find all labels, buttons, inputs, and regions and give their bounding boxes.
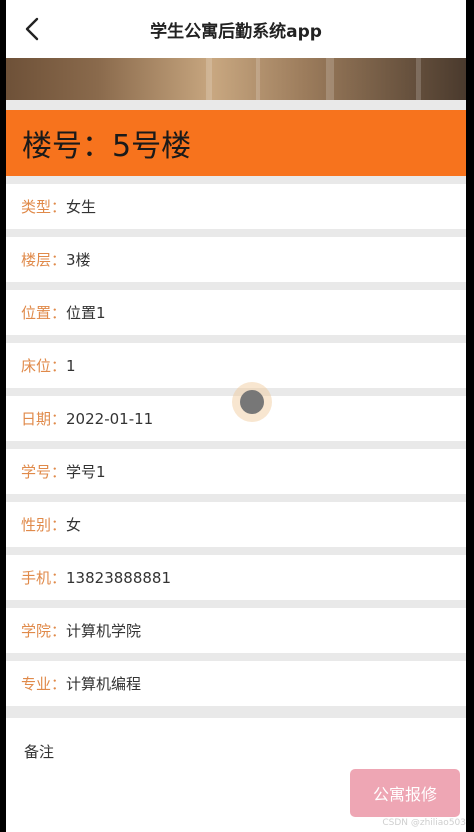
field-label: 手机： (21, 569, 67, 587)
field-row-floor: 楼层： 3楼 (6, 237, 466, 282)
page-title: 学生公寓后勤系统app (150, 21, 322, 42)
field-value: 计算机编程 (66, 675, 142, 693)
field-value: 3楼 (66, 251, 91, 269)
field-label: 楼层： (21, 251, 67, 269)
field-row-type: 类型： 女生 (6, 184, 466, 229)
field-row-major: 专业： 计算机编程 (6, 661, 466, 706)
field-row-student-id: 学号： 学号1 (6, 449, 466, 494)
field-row-location: 位置： 位置1 (6, 290, 466, 335)
field-value: 1 (66, 356, 76, 375)
header-banner-image (6, 58, 466, 100)
back-button[interactable] (18, 14, 46, 44)
detail-list: 类型： 女生 楼层： 3楼 位置： 位置1 床位： 1 日期： 2022-01-… (6, 184, 466, 714)
field-value: 学号1 (66, 463, 106, 481)
field-label: 床位： (21, 357, 67, 375)
field-row-phone: 手机： 13823888881 (6, 555, 466, 600)
field-label: 性别： (21, 516, 67, 534)
note-label: 备注 (24, 743, 55, 761)
field-value: 2022-01-11 (66, 409, 154, 428)
field-value: 位置1 (66, 304, 106, 322)
field-row-gender: 性别： 女 (6, 502, 466, 547)
field-label: 学院： (21, 622, 67, 640)
field-label: 类型： (21, 198, 67, 216)
field-value: 计算机学院 (66, 622, 142, 640)
field-value: 女 (66, 516, 82, 534)
chevron-left-icon (25, 17, 39, 41)
field-label: 位置： (21, 304, 67, 322)
building-title: 楼号：5号楼 (22, 129, 192, 164)
touch-dot (240, 390, 264, 414)
field-row-bed: 床位： 1 (6, 343, 466, 388)
watermark: CSDN @zhiliao503 (382, 818, 466, 828)
top-bar: 学生公寓后勤系统app (6, 0, 466, 58)
building-headline: 楼号：5号楼 (6, 110, 466, 176)
field-label: 学号： (21, 463, 67, 481)
touch-indicator (232, 382, 272, 422)
field-value: 女生 (66, 198, 97, 216)
field-label: 专业： (21, 675, 67, 693)
field-row-college: 学院： 计算机学院 (6, 608, 466, 653)
field-label: 日期： (21, 410, 67, 428)
field-value: 13823888881 (66, 568, 171, 587)
app-screen: 学生公寓后勤系统app 楼号：5号楼 类型： 女生 楼层： 3楼 位置： 位置1… (6, 0, 466, 832)
apartment-repair-button[interactable]: 公寓报修 (350, 769, 460, 817)
